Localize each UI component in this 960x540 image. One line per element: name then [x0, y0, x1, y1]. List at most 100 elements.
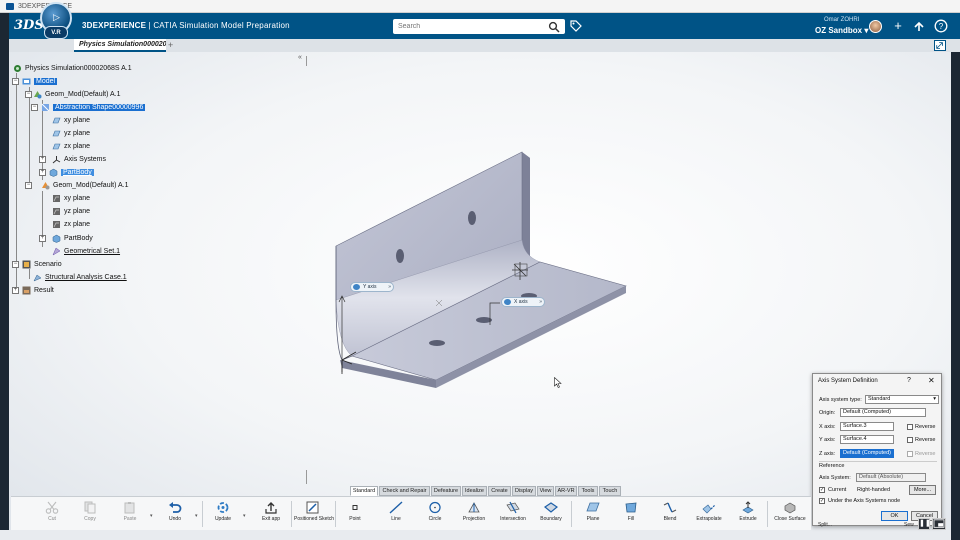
tab-create[interactable]: Create	[488, 486, 511, 496]
positioned-sketch-button[interactable]: Positioned Sketch	[294, 499, 334, 531]
tree-divider[interactable]	[306, 56, 307, 66]
close-icon[interactable]: ✕	[928, 376, 935, 385]
collapse-toggle[interactable]: −	[25, 182, 32, 189]
tag-icon[interactable]	[570, 20, 582, 32]
tool-label: Close Surface	[774, 516, 806, 522]
tab-display[interactable]: Display	[512, 486, 536, 496]
tab-idealize[interactable]: Idealize	[462, 486, 487, 496]
expand-toggle[interactable]: +	[39, 169, 46, 176]
tree-node-yz-plane-1[interactable]: yz plane	[52, 128, 90, 139]
sew-button[interactable]: Sew	[904, 522, 914, 528]
picture-in-picture-icon[interactable]	[932, 518, 946, 530]
origin-field[interactable]: Default (Computed)	[840, 408, 926, 417]
tab-check-and-repair[interactable]: Check and Repair	[379, 486, 430, 496]
tab-standard[interactable]: Standard	[350, 486, 378, 496]
tree-node-model[interactable]: Model	[22, 76, 58, 87]
tree-node-geometrical-set[interactable]: Geometrical Set.1	[52, 246, 120, 257]
tree-node-result[interactable]: Result	[22, 285, 54, 296]
intersection-button[interactable]: Intersection	[494, 499, 532, 531]
boundary-button[interactable]: Boundary	[532, 499, 570, 531]
tree-node-yz-plane-2[interactable]: yz plane	[52, 206, 90, 217]
under-axis-systems-checkbox[interactable]: ✓	[819, 498, 825, 504]
tree-node-structural-analysis[interactable]: Structural Analysis Case.1	[33, 272, 127, 283]
line-button[interactable]: Line	[377, 499, 415, 531]
undo-button[interactable]: Undo	[156, 499, 194, 531]
update-button[interactable]: Update	[204, 499, 242, 531]
y-reverse-checkbox[interactable]	[907, 437, 913, 443]
collapse-toggle[interactable]: −	[31, 104, 38, 111]
help-icon[interactable]: ?	[934, 19, 948, 33]
3d-viewport[interactable]	[9, 52, 951, 530]
chevron-down-icon: ▾	[864, 26, 869, 35]
ok-button[interactable]: OK	[881, 511, 908, 521]
help-icon[interactable]: ?	[907, 377, 911, 384]
extrapolate-button[interactable]: Extrapolate	[690, 499, 728, 531]
search-icon[interactable]	[548, 21, 560, 33]
copy-button[interactable]: Copy	[71, 499, 109, 531]
tree-scroll-button[interactable]: «	[298, 54, 302, 61]
axis-system-type-select[interactable]: Standard ▾	[865, 395, 939, 404]
reference-heading: Reference	[819, 463, 845, 469]
projection-button[interactable]: Projection	[455, 499, 493, 531]
z-reverse-checkbox[interactable]	[907, 451, 913, 457]
tab-physics-simulation[interactable]: Physics Simulation000020	[74, 39, 166, 52]
tree-node-abstraction[interactable]: Abstraction Shape00000996	[41, 102, 146, 113]
paste-button[interactable]: Paste	[111, 499, 149, 531]
z-axis-field[interactable]: Default (Computed)	[840, 449, 894, 458]
exit-app-button[interactable]: Exit app	[252, 499, 290, 531]
tab-defeature[interactable]: Defeature	[431, 486, 461, 496]
blend-button[interactable]: Blend	[651, 499, 689, 531]
y-axis-field[interactable]: Surface.4	[840, 435, 894, 444]
chevron-down-icon[interactable]: ▾	[243, 513, 246, 519]
tab-tools[interactable]: Tools	[578, 486, 598, 496]
y-axis-label[interactable]: Y axis »	[350, 282, 394, 292]
tab-view[interactable]: View	[537, 486, 554, 496]
expand-toggle[interactable]: +	[39, 156, 46, 163]
tree-node-geom-1[interactable]: Geom_Mod(Default) A.1	[33, 89, 120, 100]
pause-icon[interactable]: ❚❚	[918, 518, 931, 530]
close-surface-button[interactable]: Close Surface	[771, 499, 809, 531]
extrude-button[interactable]: Extrude	[729, 499, 767, 531]
plus-icon[interactable]: +	[891, 19, 905, 33]
reference-axis-system-field[interactable]: Default (Absolute)	[856, 473, 926, 482]
split-button[interactable]: Split...	[818, 522, 832, 528]
tree-node-xy-plane-1[interactable]: xy plane	[52, 115, 90, 126]
tree-divider[interactable]	[306, 470, 307, 484]
collapse-toggle[interactable]: −	[25, 91, 32, 98]
tree-node-xy-plane-2[interactable]: xy plane	[52, 193, 90, 204]
more-button[interactable]: More...	[909, 485, 936, 495]
search-input[interactable]	[393, 19, 543, 34]
share-icon[interactable]	[912, 19, 926, 33]
x-axis-label[interactable]: X axis »	[501, 297, 545, 307]
circle-button[interactable]: Circle	[416, 499, 454, 531]
tab-ar-vr[interactable]: AR-VR	[555, 486, 577, 496]
collab-space-selector[interactable]: OZ Sandbox ▾	[815, 26, 868, 35]
chevron-down-icon: ▾	[933, 396, 936, 402]
partbody-icon	[52, 234, 61, 243]
x-reverse-checkbox[interactable]	[907, 424, 913, 430]
fill-button[interactable]: Fill	[612, 499, 650, 531]
collapse-toggle[interactable]: −	[12, 261, 19, 268]
cut-button[interactable]: Cut	[33, 499, 71, 531]
chevron-down-icon[interactable]: ▾	[150, 513, 153, 519]
expand-toggle[interactable]: +	[39, 235, 46, 242]
expand-toggle[interactable]: +	[12, 287, 19, 294]
tab-touch[interactable]: Touch	[599, 486, 621, 496]
tree-node-scenario[interactable]: Scenario	[22, 259, 62, 270]
fullscreen-icon[interactable]	[934, 40, 946, 51]
tree-node-partbody-2[interactable]: PartBody	[52, 233, 93, 244]
x-axis-field[interactable]: Surface.3	[840, 422, 894, 431]
add-tab-button[interactable]: +	[168, 39, 173, 51]
point-button[interactable]: Point	[336, 499, 374, 531]
user-avatar[interactable]	[869, 20, 882, 33]
chevron-down-icon[interactable]: ▾	[195, 513, 198, 519]
tree-root-node[interactable]: Physics Simulation00002068S A.1	[13, 63, 132, 74]
tree-node-zx-plane-1[interactable]: zx plane	[52, 141, 90, 152]
tree-node-geom-2[interactable]: Geom_Mod(Default) A.1	[41, 180, 128, 191]
collapse-toggle[interactable]: −	[12, 78, 19, 85]
tree-node-zx-plane-2[interactable]: zx plane	[52, 219, 90, 230]
current-checkbox[interactable]: ✓	[819, 487, 825, 493]
tree-node-partbody-1[interactable]: PartBody	[49, 167, 94, 178]
tree-node-axis-systems[interactable]: Axis Systems	[52, 154, 106, 165]
plane-button[interactable]: Plane	[574, 499, 612, 531]
